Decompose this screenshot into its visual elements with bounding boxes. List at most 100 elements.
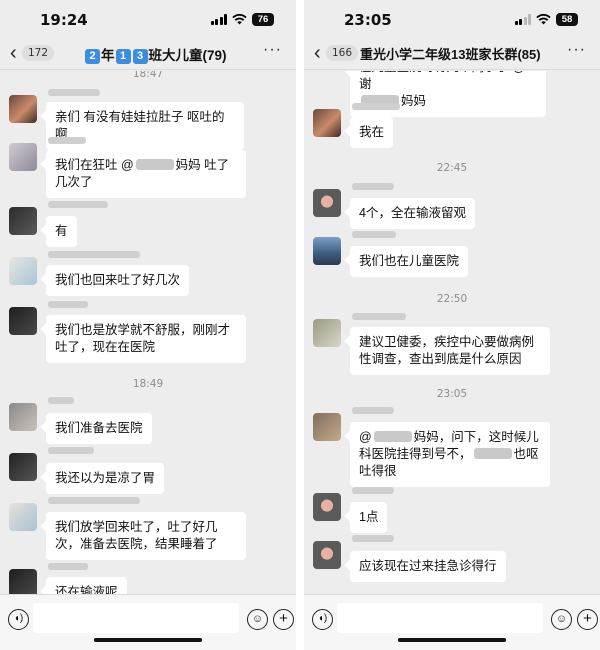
avatar[interactable] [9,95,37,123]
avatar[interactable] [9,403,37,431]
redacted-name [135,159,174,170]
status-bar: 19:24 76 [0,0,296,38]
chat-header: ‹ 166 重光小学二年级13班家长群(85) ··· [304,38,600,70]
voice-icon[interactable]: ◖) [8,609,29,630]
avatar[interactable] [313,413,341,441]
message-text: 在儿童医院呀有几个同学了 @谢 [359,71,525,91]
sender-name [48,447,94,454]
status-bar: 23:05 58 [304,0,600,38]
sender-name [48,497,140,504]
status-icons: 76 [210,13,274,26]
message-bubble[interactable]: 应该现在过来挂急诊得行 [350,551,506,582]
input-bar: ◖) ☺ + [304,594,600,650]
status-time: 19:24 [40,11,88,29]
title-badge: 3 [132,49,148,64]
sender-name [352,407,394,414]
message-bubble[interactable]: 我们也回来吐了好几次 [46,265,190,296]
title-text: 班大儿童(79) [148,48,227,63]
home-indicator [94,638,202,642]
avatar[interactable] [313,319,341,347]
message-input[interactable] [337,603,543,633]
message-input[interactable] [33,603,239,633]
sender-name [352,487,394,494]
signal-icon [514,14,531,25]
avatar[interactable] [313,189,341,217]
avatar[interactable] [9,453,37,481]
avatar[interactable] [313,541,341,569]
message-bubble[interactable]: 4个，全在输液留观 [350,198,475,229]
message-bubble[interactable]: 我们在狂吐 @ 妈妈 吐了几次了 [46,150,246,198]
message-bubble[interactable]: @ 妈妈，问下，这时候儿科医院挂得到号不， 也呕吐得很 [350,422,550,487]
timestamp: 18:49 [132,378,164,390]
sender-name [48,301,88,308]
more-options-button[interactable]: ··· [567,41,586,59]
sender-name [352,183,394,190]
timestamp: 23:05 [436,388,468,400]
timestamp: 22:45 [436,162,468,174]
input-bar: ◖) ☺ + [0,594,296,650]
group-title[interactable]: 2 年 1 3 班大儿童(79) [84,44,227,64]
title-badge: 1 [115,49,131,64]
wifi-icon [232,14,247,25]
right-screenshot: 23:05 58 ‹ 166 重光小学二年级13班家长群(85) ··· 在儿童… [304,0,600,650]
plus-icon[interactable]: + [577,609,598,630]
sender-name [48,397,74,404]
sender-name [352,231,396,238]
sender-name [48,89,100,96]
message-bubble[interactable]: 我们也是放学就不舒服，刚刚才吐了，现在在医院 [46,315,246,363]
back-button[interactable]: ‹ [10,42,17,64]
more-options-button[interactable]: ··· [263,41,282,59]
left-screenshot: 19:24 76 ‹ 172 2 年 1 3 班大儿童(79) ··· 18:47 亲们… [0,0,296,650]
avatar[interactable] [9,503,37,531]
chat-area[interactable]: 18:47 亲们 有没有娃娃拉肚子 呕吐的啊 我们在狂吐 @ 妈妈 吐了几次了 有… [0,71,296,594]
avatar[interactable] [9,207,37,235]
message-bubble[interactable]: 我在 [350,117,394,148]
home-indicator [398,638,506,642]
timestamp: 22:50 [436,293,468,305]
wifi-icon [536,14,551,25]
sender-name [48,137,86,144]
message-bubble[interactable]: 我们放学回来吐了，吐了好几次，准备去医院，结果睡着了 [46,512,246,560]
title-text: 年 [101,48,115,63]
battery-icon: 76 [252,13,274,26]
back-button[interactable]: ‹ [314,42,321,64]
message-bubble[interactable]: 在儿童医院呀有几个同学了 @谢妈妈 [350,71,546,117]
message-bubble[interactable]: 有 [46,216,77,247]
unread-count-badge[interactable]: 172 [22,45,55,61]
avatar[interactable] [313,237,341,265]
unread-count-badge[interactable]: 166 [326,45,359,61]
avatar[interactable] [9,257,37,285]
avatar[interactable] [313,109,341,137]
sender-name [352,535,394,542]
avatar[interactable] [9,569,37,594]
battery-icon: 58 [556,13,578,26]
message-bubble[interactable]: 1点 [350,502,388,533]
message-text: 妈妈 [401,94,427,108]
avatar[interactable] [9,307,37,335]
emoji-icon[interactable]: ☺ [247,609,268,630]
plus-icon[interactable]: + [273,609,294,630]
sender-name [48,251,140,258]
message-bubble[interactable]: 还在输液呢 [46,577,127,594]
sender-name [48,201,108,208]
message-text: 我们在狂吐 @ [55,158,134,172]
emoji-icon[interactable]: ☺ [551,609,572,630]
voice-icon[interactable]: ◖) [312,609,333,630]
redacted-name [373,431,412,442]
message-bubble[interactable]: 我们也在儿童医院 [350,246,469,277]
group-title[interactable]: 重光小学二年级13班家长群(85) [360,44,541,63]
signal-icon [210,14,227,25]
message-bubble[interactable]: 我还以为是凉了胃 [46,463,165,494]
avatar[interactable] [9,143,37,171]
sender-name [352,103,400,110]
avatar[interactable] [313,493,341,521]
chat-area[interactable]: 在儿童医院呀有几个同学了 @谢妈妈 我在 22:45 4个，全在输液留观 我们也… [304,71,600,594]
status-icons: 58 [514,13,578,26]
sender-name [48,563,88,570]
message-bubble[interactable]: 建议卫健委，疾控中心要做病例性调查，查出到底是什么原因 [350,327,550,375]
timestamp: 18:47 [132,71,164,80]
status-time: 23:05 [344,11,392,29]
message-bubble[interactable]: 我们准备去医院 [46,413,152,444]
title-badge: 2 [85,49,100,64]
sender-name [352,313,406,320]
